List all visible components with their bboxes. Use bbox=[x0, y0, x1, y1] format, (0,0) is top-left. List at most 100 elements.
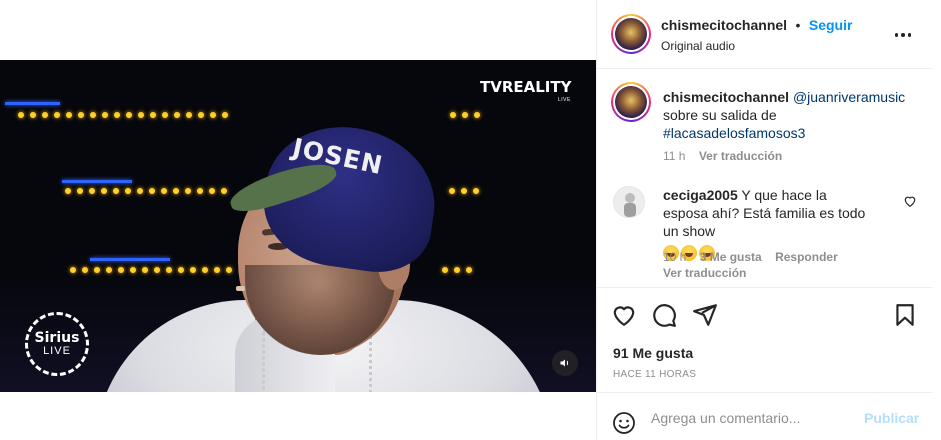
stage-light-bulb bbox=[138, 112, 144, 118]
stage-light-bulb bbox=[102, 112, 108, 118]
stage-light-bulb bbox=[65, 188, 71, 194]
stage-light-bulb bbox=[18, 112, 24, 118]
comment-meta: 10 h 3 Me gusta Responder bbox=[663, 250, 838, 264]
stage-light-bulb bbox=[30, 112, 36, 118]
post-time[interactable]: HACE 11 HORAS bbox=[613, 369, 696, 380]
badge-title: Sirius bbox=[34, 330, 80, 346]
audio-label[interactable]: Original audio bbox=[661, 39, 735, 53]
stage-light-bulb bbox=[126, 112, 132, 118]
stage-light-bulb bbox=[150, 112, 156, 118]
stage-light-bulb bbox=[198, 112, 204, 118]
avatar-image bbox=[615, 18, 647, 50]
badge-subtitle: LIVE bbox=[43, 345, 71, 357]
stage-light-bulb bbox=[462, 112, 468, 118]
stage-light-bulb bbox=[222, 112, 228, 118]
stage-light-bulb bbox=[89, 188, 95, 194]
stage-light-strip bbox=[62, 180, 132, 183]
comment-likes[interactable]: 3 Me gusta bbox=[700, 250, 762, 264]
sirius-live-badge: Sirius LIVE bbox=[25, 312, 89, 376]
stage-light-bulb bbox=[125, 188, 131, 194]
author-username[interactable]: chismecitochannel bbox=[661, 17, 787, 33]
stage-light-row bbox=[0, 112, 596, 119]
post-actions: 91 Me gusta HACE 11 HORAS bbox=[597, 287, 932, 391]
mute-button[interactable] bbox=[552, 350, 578, 376]
header-title-row: chismecitochannel • Seguir bbox=[661, 17, 852, 35]
stage-light-bulb bbox=[185, 188, 191, 194]
author-avatar[interactable] bbox=[611, 14, 651, 54]
stage-light-bulb bbox=[197, 188, 203, 194]
media-column: JOSEN TVREALITY LIVE Sirius LIVE bbox=[0, 0, 596, 440]
caption-avatar[interactable] bbox=[611, 82, 651, 122]
tvreality-logo-sub: LIVE bbox=[558, 97, 571, 103]
instagram-post-modal: JOSEN TVREALITY LIVE Sirius LIVE chismec… bbox=[0, 0, 941, 440]
caption-hashtag[interactable]: #lacasadelosfamosos3 bbox=[663, 125, 805, 141]
comment-translate-link[interactable]: Ver traducción bbox=[663, 266, 746, 280]
video-player[interactable]: JOSEN TVREALITY LIVE Sirius LIVE bbox=[0, 60, 596, 392]
comments-section: chismecitochannel @juanriveramusic sobre… bbox=[597, 70, 932, 286]
comment-time[interactable]: 10 h bbox=[663, 250, 686, 264]
caption-username[interactable]: chismecitochannel bbox=[663, 89, 789, 105]
avatar-image bbox=[615, 86, 647, 118]
stage-light-bulb bbox=[174, 112, 180, 118]
stage-light-bulb bbox=[210, 112, 216, 118]
heart-icon[interactable] bbox=[611, 302, 637, 328]
stage-light-bulb bbox=[473, 188, 479, 194]
commenter-photo bbox=[614, 187, 644, 217]
stage-light-bulb bbox=[186, 112, 192, 118]
likes-count[interactable]: 91 Me gusta bbox=[613, 345, 693, 361]
stage-light-bulb bbox=[173, 188, 179, 194]
stage-light-bulb bbox=[78, 112, 84, 118]
caption-meta: 11 h Ver traducción bbox=[663, 149, 782, 163]
stage-light-bulb bbox=[42, 112, 48, 118]
stage-light-bulb bbox=[161, 188, 167, 194]
caption-time[interactable]: 11 h bbox=[663, 149, 685, 163]
post-header: chismecitochannel • Seguir Original audi… bbox=[597, 0, 932, 69]
more-options-icon bbox=[901, 33, 905, 37]
comment-username[interactable]: ceciga2005 bbox=[663, 187, 738, 203]
caption-translate-link[interactable]: Ver traducción bbox=[699, 149, 782, 163]
stage-light-bulb bbox=[114, 112, 120, 118]
comment-input[interactable] bbox=[651, 407, 851, 429]
stage-light-bulb bbox=[162, 112, 168, 118]
more-options-icon bbox=[907, 33, 912, 37]
tvreality-logo: TVREALITY bbox=[480, 78, 572, 96]
stage-light-strip bbox=[5, 102, 60, 105]
add-comment-bar: Publicar bbox=[597, 392, 932, 440]
publish-button[interactable]: Publicar bbox=[864, 410, 919, 426]
stage-light-bulb bbox=[113, 188, 119, 194]
caption-mention[interactable]: @juanriveramusic bbox=[793, 89, 905, 105]
post-caption: chismecitochannel @juanriveramusic sobre… bbox=[663, 88, 913, 142]
more-options-button[interactable] bbox=[893, 25, 913, 45]
reply-button[interactable]: Responder bbox=[775, 250, 838, 264]
speaker-icon bbox=[560, 359, 569, 367]
comment-translate-label[interactable]: Ver traducción bbox=[663, 266, 746, 280]
stage-light-strip bbox=[90, 258, 170, 261]
stage-light-bulb bbox=[221, 188, 227, 194]
comment-icon[interactable] bbox=[651, 302, 677, 328]
avatar-ring bbox=[613, 84, 649, 120]
headset-mic bbox=[236, 286, 245, 291]
caption-text: sobre su salida de bbox=[663, 107, 777, 123]
post-side-panel: chismecitochannel • Seguir Original audi… bbox=[596, 0, 932, 440]
share-icon[interactable] bbox=[692, 302, 718, 328]
follow-button[interactable]: Seguir bbox=[809, 17, 853, 33]
stage-light-bulb bbox=[137, 188, 143, 194]
avatar-ring bbox=[613, 16, 649, 52]
smile-icon[interactable] bbox=[612, 411, 636, 435]
stage-light-bulb bbox=[449, 188, 455, 194]
stage-light-bulb bbox=[66, 112, 72, 118]
stage-light-bulb bbox=[77, 188, 83, 194]
stage-light-bulb bbox=[450, 112, 456, 118]
more-options-icon bbox=[894, 33, 899, 37]
stage-light-bulb bbox=[90, 112, 96, 118]
bookmark-icon[interactable] bbox=[892, 302, 918, 328]
stage-light-bulb bbox=[149, 188, 155, 194]
stage-light-bulb bbox=[54, 112, 60, 118]
stage-light-bulb bbox=[101, 188, 107, 194]
stage-light-bulb bbox=[474, 112, 480, 118]
separator-dot: • bbox=[795, 17, 801, 33]
stage-light-bulb bbox=[461, 188, 467, 194]
stage-light-bulb bbox=[209, 188, 215, 194]
commenter-avatar[interactable] bbox=[613, 186, 645, 218]
like-comment-heart-icon[interactable] bbox=[903, 194, 917, 208]
